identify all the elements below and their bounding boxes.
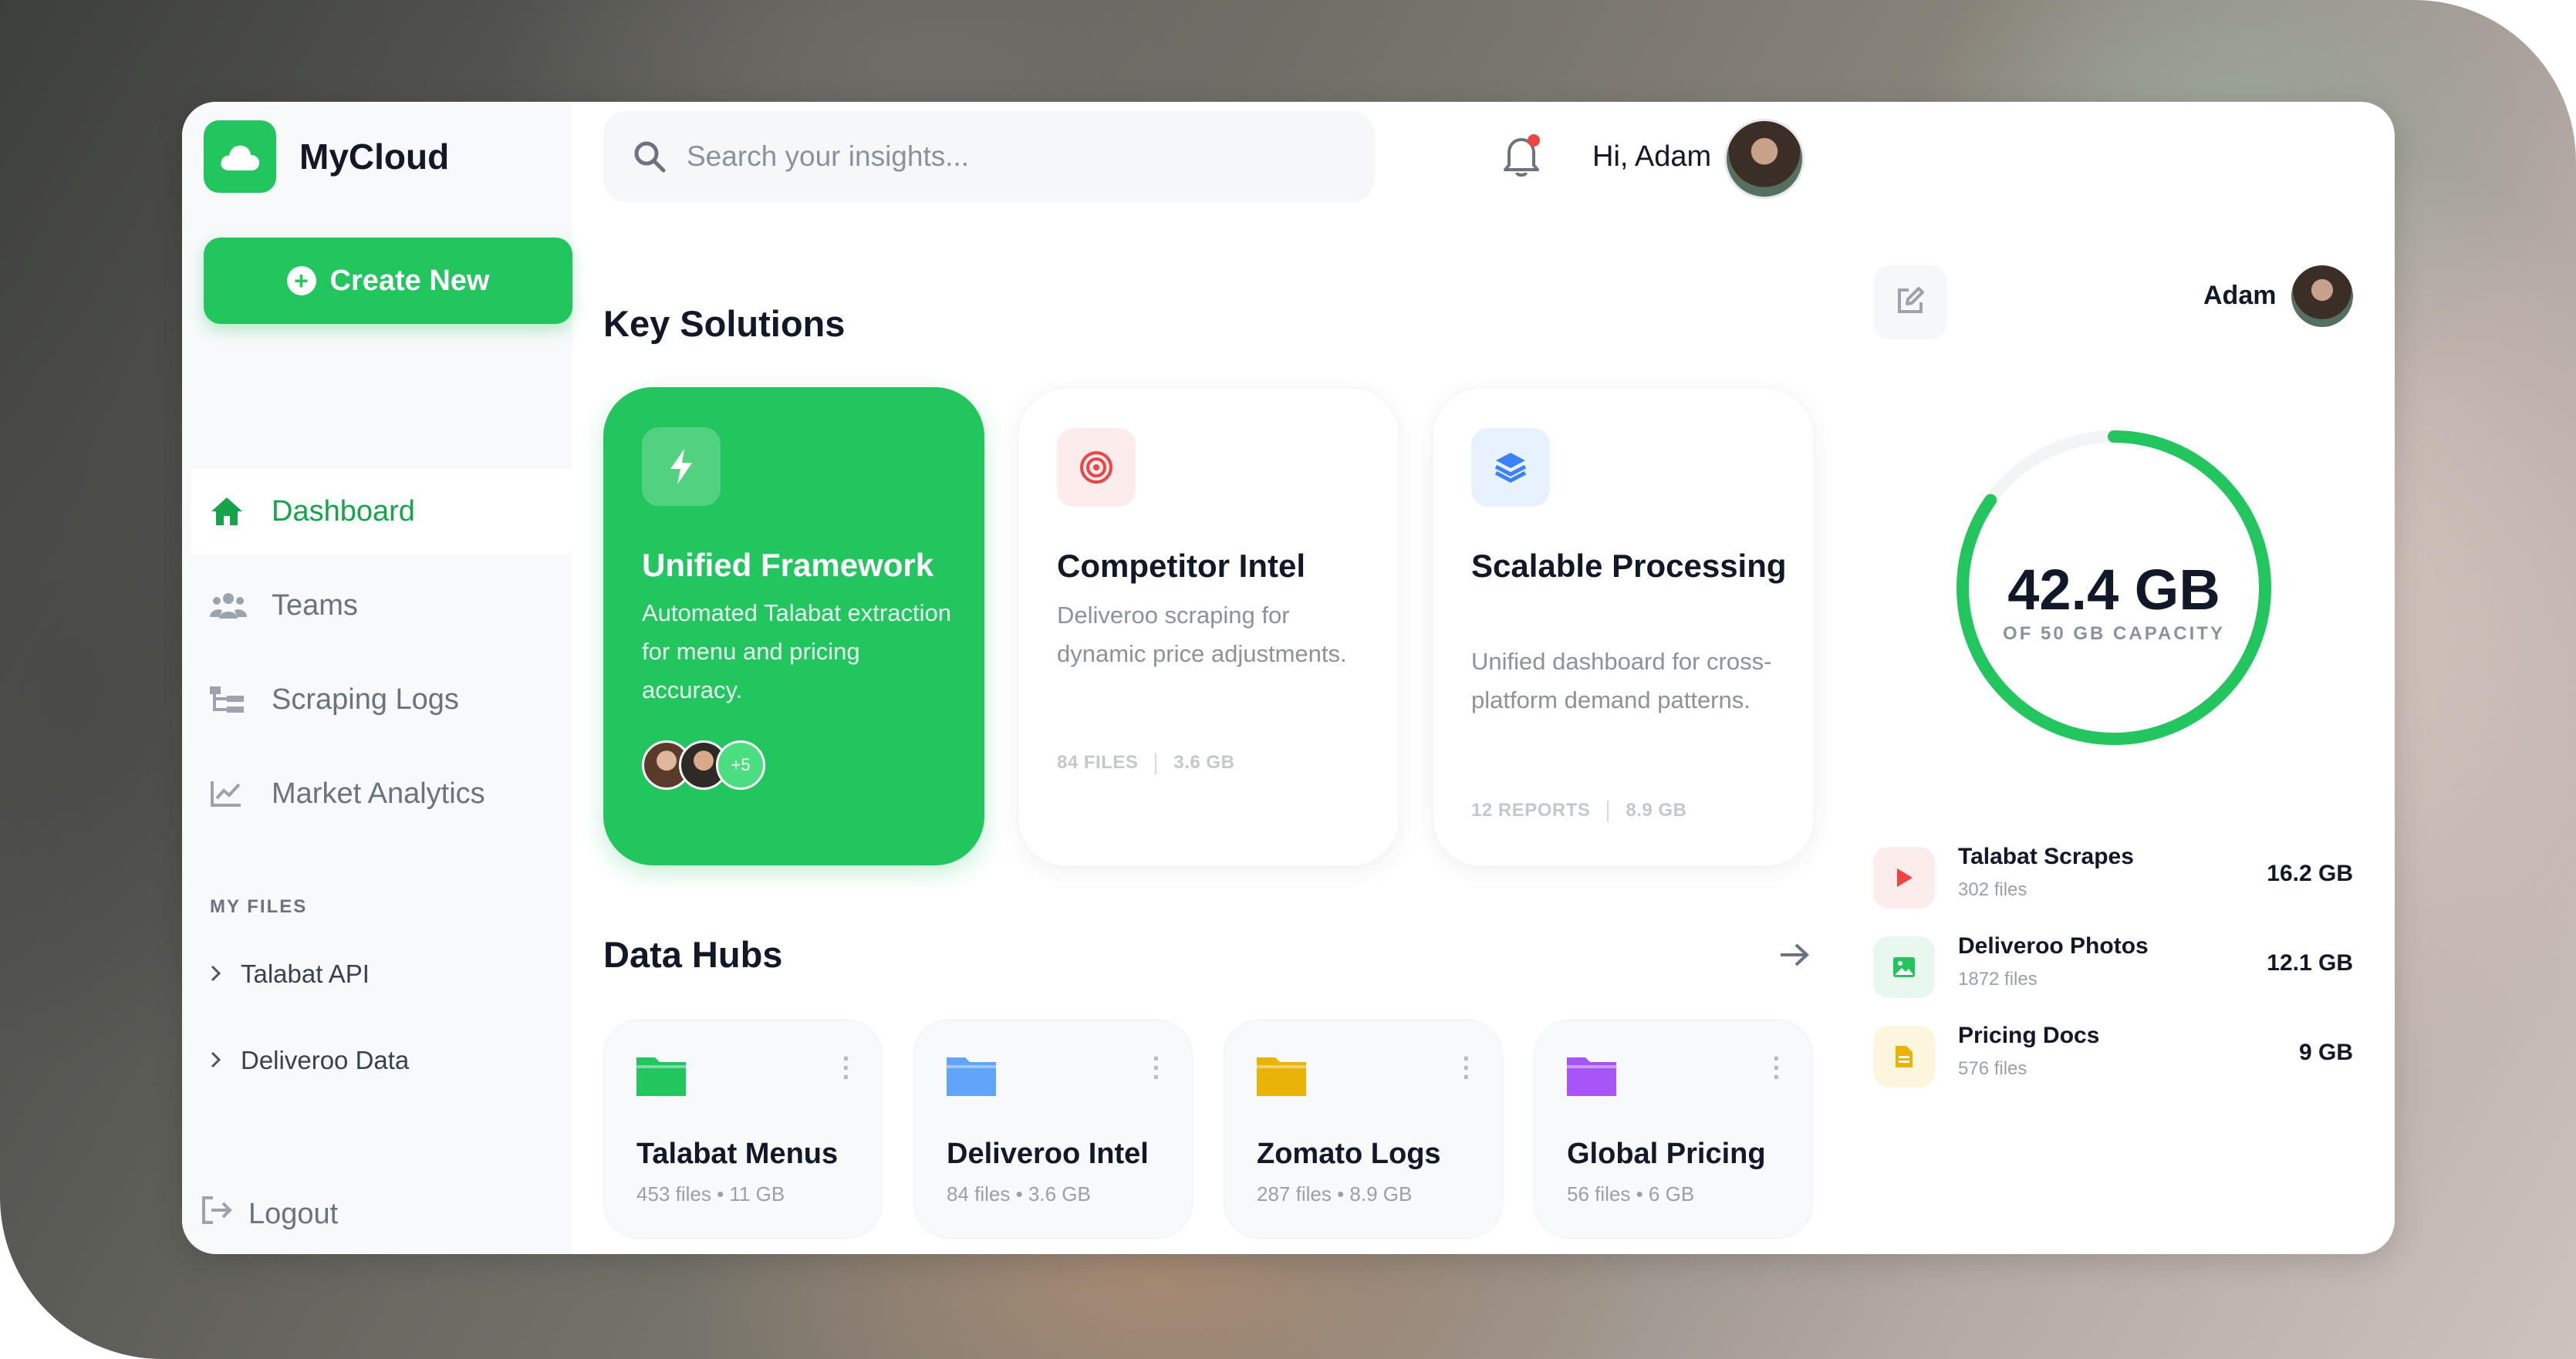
greeting-text: Hi, Adam <box>1592 140 1712 173</box>
meta-files: 84 FILES <box>1057 752 1139 773</box>
solution-meta: 12 REPORTS 8.9 GB <box>1471 800 1686 822</box>
file-count: 1872 files <box>1958 969 2038 990</box>
solution-desc: Automated Talabat extraction for menu an… <box>642 599 951 703</box>
logout-icon <box>201 1195 233 1233</box>
solution-title: Unified Framework <box>642 547 934 583</box>
hub-sub: 287 files • 8.9 GB <box>1257 1182 1413 1206</box>
more-vertical-icon[interactable]: · · · <box>1463 1046 1471 1091</box>
folder-icon <box>636 1053 686 1100</box>
file-count: 576 files <box>1958 1058 2027 1079</box>
play-icon <box>1873 847 1935 909</box>
solution-meta: 84 FILES 3.6 GB <box>1057 752 1234 774</box>
user-avatar-small[interactable] <box>2291 265 2353 327</box>
app-window: MyCloud + Create New Dashboard Teams Scr… <box>182 102 2395 1254</box>
more-vertical-icon[interactable]: · · · <box>1773 1046 1781 1091</box>
storage-file-deliveroo-photos[interactable]: Deliveroo Photos 1872 files 12.1 GB <box>1873 933 2353 1003</box>
edit-icon <box>1895 285 1926 320</box>
hub-name: Global Pricing <box>1567 1138 1766 1170</box>
users-icon <box>210 591 259 620</box>
solution-desc: Deliveroo scraping for dynamic price adj… <box>1057 602 1347 667</box>
logout-button[interactable]: Logout <box>201 1195 338 1233</box>
solution-card-unified-framework[interactable]: Unified Framework Automated Talabat extr… <box>603 387 984 865</box>
key-solutions-heading: Key Solutions <box>603 303 846 344</box>
brand-name: MyCloud <box>299 137 450 177</box>
data-hub-global-pricing[interactable]: · · · Global Pricing 56 files • 6 GB <box>1534 1020 1813 1239</box>
home-icon <box>210 496 259 527</box>
hub-sub: 56 files • 6 GB <box>1567 1182 1695 1206</box>
layers-icon <box>1471 428 1550 507</box>
create-new-button[interactable]: + Create New <box>204 238 572 324</box>
meta-reports: 12 REPORTS <box>1471 800 1591 821</box>
hub-sub: 84 files • 3.6 GB <box>947 1182 1091 1206</box>
solution-card-competitor-intel[interactable]: Competitor Intel Deliveroo scraping for … <box>1018 387 1400 867</box>
solution-desc: Unified dashboard for cross-platform dem… <box>1471 648 1772 713</box>
image-icon <box>1873 936 1935 998</box>
sidebar-item-teams[interactable]: Teams <box>191 563 572 648</box>
sidebar-item-label: Market Analytics <box>272 777 485 810</box>
sitemap-icon <box>210 685 259 714</box>
file-size: 16.2 GB <box>2267 861 2353 886</box>
chart-line-icon <box>210 780 259 808</box>
file-count: 302 files <box>1958 879 2027 900</box>
search-icon <box>633 140 667 174</box>
search-input[interactable] <box>685 140 1305 174</box>
folder-icon <box>947 1053 996 1100</box>
cloud-logo-icon <box>204 120 276 193</box>
sidebar-item-label: Dashboard <box>272 494 415 528</box>
sidebar-item-scraping-logs[interactable]: Scraping Logs <box>191 657 572 742</box>
file-size: 12.1 GB <box>2267 950 2353 976</box>
search-bar <box>603 111 1375 202</box>
storage-user-name: Adam <box>2203 281 2277 310</box>
team-avatars: +5 <box>642 740 765 790</box>
sidebar-item-label: Scraping Logs <box>272 683 459 716</box>
sidebar-file-deliveroo-data[interactable]: Deliveroo Data <box>210 1046 409 1075</box>
more-vertical-icon[interactable]: · · · <box>1153 1046 1161 1091</box>
sidebar-item-dashboard[interactable]: Dashboard <box>191 469 572 554</box>
notification-bell-icon[interactable] <box>1501 133 1543 181</box>
sidebar-item-market-analytics[interactable]: Market Analytics <box>191 751 572 836</box>
storage-file-pricing-docs[interactable]: Pricing Docs 576 files 9 GB <box>1873 1023 2353 1092</box>
lightning-icon <box>642 427 721 506</box>
hub-name: Talabat Menus <box>636 1138 839 1170</box>
file-name: Talabat Scrapes <box>1958 844 2134 869</box>
data-hub-deliveroo-intel[interactable]: · · · Deliveroo Intel 84 files • 3.6 GB <box>913 1020 1193 1239</box>
sidebar: MyCloud + Create New Dashboard Teams Scr… <box>182 102 572 1254</box>
sidebar-item-label: Teams <box>272 588 358 622</box>
avatars-more-badge: +5 <box>716 740 765 790</box>
data-hubs-heading: Data Hubs <box>603 934 783 975</box>
target-icon <box>1057 428 1136 507</box>
solution-title: Competitor Intel <box>1057 548 1305 584</box>
logout-label: Logout <box>248 1197 339 1230</box>
sidebar-file-label: Talabat API <box>241 959 370 988</box>
storage-used-value: 42.4 GB <box>2007 558 2220 622</box>
document-icon <box>1873 1026 1935 1088</box>
solution-card-scalable-processing[interactable]: Scalable Processing Unified dashboard fo… <box>1432 387 1815 867</box>
plus-circle-icon: + <box>286 266 316 295</box>
storage-capacity-label: OF 50 GB CAPACITY <box>2003 623 2225 644</box>
my-files-heading: MY FILES <box>210 896 308 917</box>
chevron-right-icon <box>210 1046 222 1075</box>
create-new-label: Create New <box>329 264 490 297</box>
meta-size: 8.9 GB <box>1626 800 1687 821</box>
folder-icon <box>1567 1053 1616 1100</box>
file-size: 9 GB <box>2298 1040 2353 1065</box>
edit-button[interactable] <box>1873 265 1947 339</box>
hub-name: Deliveroo Intel <box>947 1138 1149 1170</box>
hub-sub: 453 files • 11 GB <box>636 1182 785 1206</box>
sidebar-file-talabat-api[interactable]: Talabat API <box>210 959 370 989</box>
hub-name: Zomato Logs <box>1257 1138 1441 1170</box>
file-name: Pricing Docs <box>1958 1023 2100 1048</box>
more-vertical-icon[interactable]: · · · <box>842 1046 851 1091</box>
data-hub-talabat-menus[interactable]: · · · Talabat Menus 453 files • 11 GB <box>603 1020 883 1239</box>
arrow-right-icon[interactable] <box>1779 935 1810 976</box>
file-name: Deliveroo Photos <box>1958 933 2149 959</box>
storage-file-talabat-scrapes[interactable]: Talabat Scrapes 302 files 16.2 GB <box>1873 844 2353 913</box>
folder-icon <box>1257 1053 1306 1100</box>
data-hub-zomato-logs[interactable]: · · · Zomato Logs 287 files • 8.9 GB <box>1224 1020 1503 1239</box>
solution-title: Scalable Processing <box>1471 548 1787 584</box>
chevron-right-icon <box>210 959 222 989</box>
user-avatar[interactable] <box>1724 119 1805 199</box>
meta-size: 3.6 GB <box>1173 752 1235 773</box>
sidebar-file-label: Deliveroo Data <box>241 1046 410 1074</box>
